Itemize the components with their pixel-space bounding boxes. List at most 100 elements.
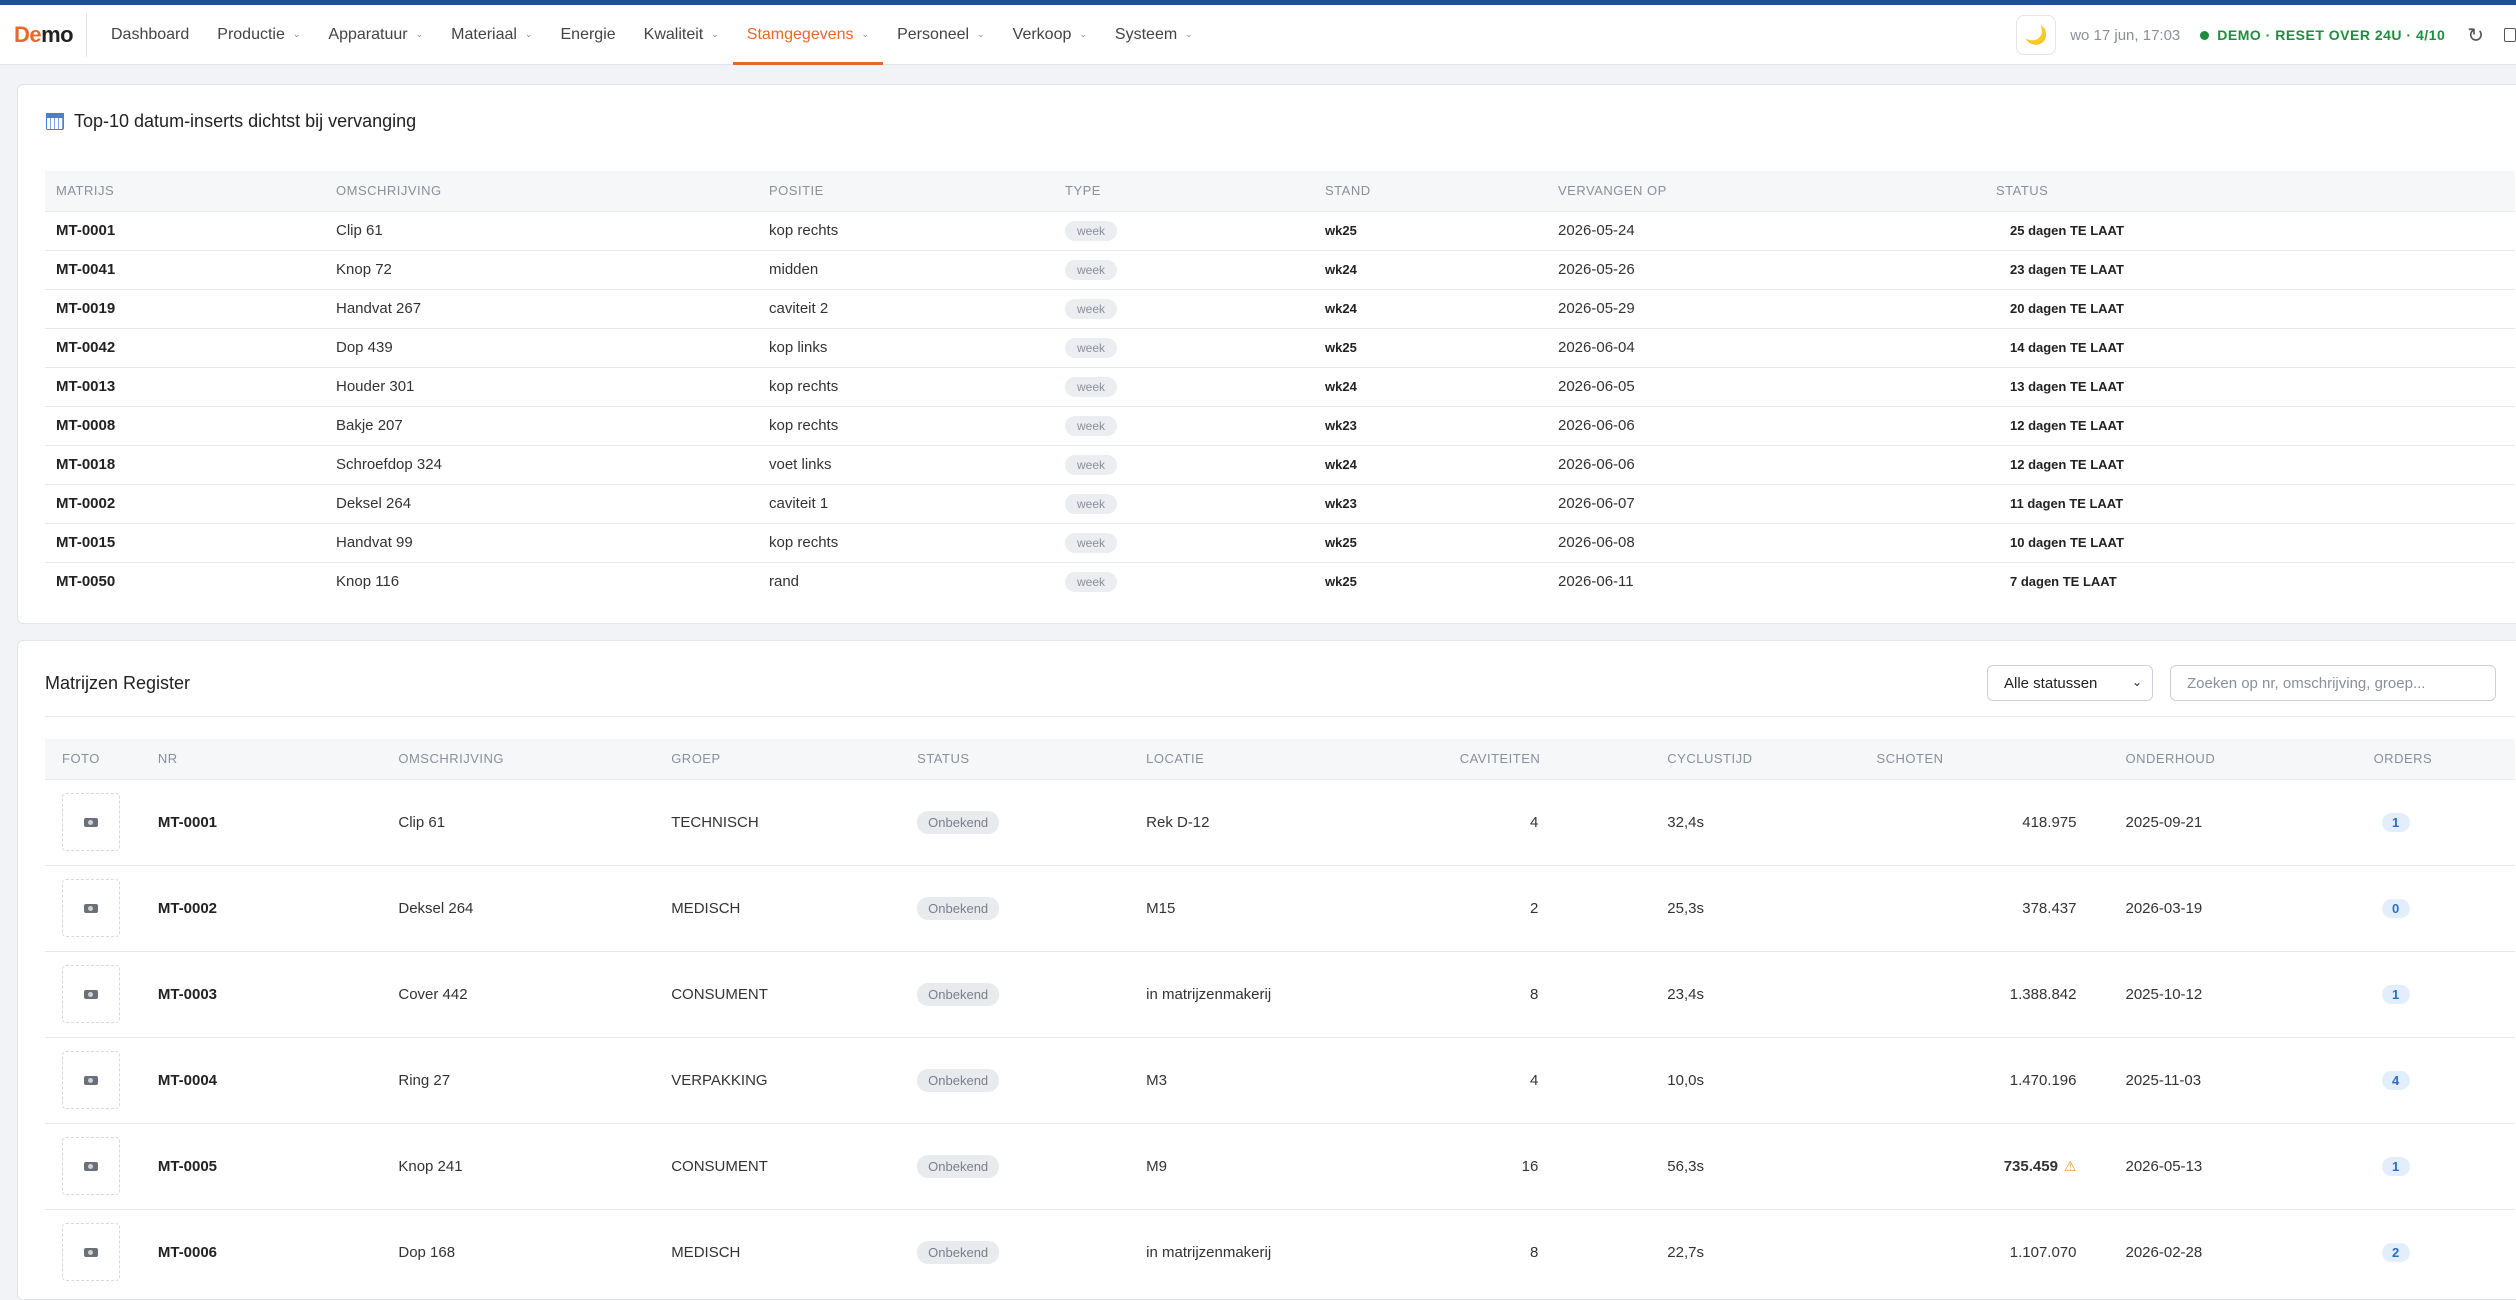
cyclustijd-cell: 10,0s	[1650, 1036, 1860, 1123]
logo[interactable]: Demo	[14, 22, 86, 48]
omschrijving-cell: Dop 168	[381, 1208, 655, 1295]
nr-cell[interactable]: MT-0005	[140, 1122, 382, 1209]
theme-toggle-button[interactable]: 🌙	[2016, 15, 2057, 55]
nr-cell[interactable]: MT-0006	[140, 1208, 382, 1295]
photo-thumbnail[interactable]	[62, 1051, 120, 1109]
table-row[interactable]: MT-0042 Dop 439 kop links week wk25 2026-06-0…	[45, 327, 2515, 367]
table-row[interactable]: MT-0001 Clip 61 kop rechts week wk25 2026-05-…	[45, 210, 2515, 250]
table-row[interactable]: MT-0019 Handvat 267 caviteit 2 week wk24 2026…	[45, 288, 2515, 328]
status-badge: Onbekend	[917, 1068, 1000, 1092]
photo-thumbnail[interactable]	[62, 1223, 120, 1282]
table-row[interactable]: MT-0018 Schroefdop 324 voet links week wk24 2…	[45, 444, 2515, 484]
locatie-cell: in matrijzenmakerij	[1129, 1208, 1443, 1295]
nav-item-materiaal[interactable]: Materiaal ⌄	[437, 5, 546, 65]
orders-badge[interactable]: 0	[2381, 898, 2410, 918]
table-row[interactable]: MT-0008 Bakje 207 kop rechts week wk23 2026-0…	[45, 405, 2515, 445]
nav-item-dashboard[interactable]: Dashboard	[97, 5, 203, 65]
late-status: 7 dagen TE LAAT	[2010, 574, 2117, 590]
panel-toggle-icon[interactable]	[2504, 28, 2516, 42]
status-cell: 25 dagen TE LAAT	[1985, 210, 2515, 250]
stand-cell: wk24	[1314, 249, 1547, 289]
type-cell: week	[1054, 444, 1314, 484]
table-row[interactable]: MT-0002 Deksel 264 caviteit 1 week wk23 2026-…	[45, 483, 2515, 523]
foto-cell	[45, 950, 141, 1037]
nav-item-stamgegevens[interactable]: Stamgegevens ⌄	[732, 5, 884, 65]
nr-cell[interactable]: MT-0001	[140, 778, 382, 865]
status-cell: Onbekend	[900, 864, 1130, 951]
table-row[interactable]: MT-0015 Handvat 99 kop rechts week wk25 2026-…	[45, 522, 2515, 562]
foto-cell	[45, 1208, 141, 1295]
register-card: Matrijzen Register Alle statussen ⌄ FOTO…	[17, 640, 2516, 1300]
nav-item-kwaliteit[interactable]: Kwaliteit ⌄	[630, 5, 733, 65]
top10-body: MT-0001 Clip 61 kop rechts week wk25 2026-05-…	[45, 210, 2515, 601]
table-row[interactable]: MT-0003 Cover 442 CONSUMENT Onbekend in matr…	[45, 950, 2515, 1037]
nav-item-productie[interactable]: Productie ⌄	[203, 5, 314, 65]
vervangen-cell: 2026-06-06	[1547, 405, 1985, 445]
caret-down-icon: ⌄	[1185, 29, 1193, 39]
photo-thumbnail[interactable]	[62, 1137, 120, 1195]
nr-cell[interactable]: MT-0003	[140, 950, 382, 1037]
datetime: wo 17 jun, 17:03	[2070, 26, 2181, 44]
nav-item-label: Verkoop	[1012, 25, 1072, 43]
type-badge: week	[1065, 337, 1118, 358]
search-input[interactable]	[2170, 665, 2496, 701]
omschrijving-cell: Schroefdop 324	[325, 444, 758, 484]
image-placeholder-icon	[84, 1247, 98, 1257]
column-header: GROEP	[654, 739, 901, 779]
type-cell: week	[1054, 327, 1314, 367]
nav-item-label: Apparatuur	[328, 25, 408, 43]
matrijs-cell: MT-0050	[45, 561, 325, 601]
nav-item-systeem[interactable]: Systeem ⌄	[1101, 5, 1207, 65]
table-row[interactable]: MT-0041 Knop 72 midden week wk24 2026-05-26 23…	[45, 249, 2515, 289]
nr-cell[interactable]: MT-0002	[140, 864, 382, 951]
vervangen-cell: 2026-06-04	[1547, 327, 1985, 367]
nav-item-verkoop[interactable]: Verkoop ⌄	[999, 5, 1101, 65]
nav-item-personeel[interactable]: Personeel ⌄	[883, 5, 999, 65]
foto-cell	[45, 864, 141, 951]
positie-cell: caviteit 1	[758, 483, 1054, 523]
orders-badge[interactable]: 1	[2381, 984, 2410, 1004]
table-row[interactable]: MT-0005 Knop 241 CONSUMENT Onbekend M9 16 56,3…	[45, 1122, 2515, 1209]
stand-cell: wk25	[1314, 561, 1547, 601]
type-badge: week	[1065, 571, 1118, 592]
schoten-cell: 1.107.070	[1859, 1208, 2109, 1295]
caviteiten-cell: 16	[1442, 1122, 1651, 1209]
orders-badge[interactable]: 1	[2381, 812, 2410, 832]
photo-thumbnail[interactable]	[62, 879, 120, 937]
status-cell: 7 dagen TE LAAT	[1985, 561, 2515, 601]
chevron-down-icon: ⌄	[2131, 675, 2142, 689]
type-cell: week	[1054, 405, 1314, 445]
nr-cell[interactable]: MT-0004	[140, 1036, 382, 1123]
register-divider	[45, 716, 2515, 717]
status-badge: Onbekend	[917, 896, 1000, 920]
top10-header-row: MATRIJS OMSCHRIJVING POSITIE TYPE STAND VERVA…	[45, 171, 2515, 211]
matrijs-cell: MT-0001	[45, 210, 325, 250]
column-header: CAVITEITEN	[1442, 739, 1651, 779]
table-row[interactable]: MT-0002 Deksel 264 MEDISCH Onbekend M15 2 25,3…	[45, 864, 2515, 951]
top10-card: Top-10 datum-inserts dichtst bij vervang…	[17, 84, 2516, 624]
photo-thumbnail[interactable]	[62, 793, 120, 851]
table-row[interactable]: MT-0004 Ring 27 VERPAKKING Onbekend M3 4 10,0s…	[45, 1036, 2515, 1123]
table-row[interactable]: MT-0013 Houder 301 kop rechts week wk24 2026-…	[45, 366, 2515, 406]
orders-badge[interactable]: 1	[2381, 1156, 2410, 1176]
stand-value: wk23	[1325, 418, 1357, 433]
matrijs-cell: MT-0042	[45, 327, 325, 367]
orders-badge[interactable]: 4	[2381, 1070, 2410, 1090]
orders-badge[interactable]: 2	[2381, 1242, 2410, 1262]
status-cell: 23 dagen TE LAAT	[1985, 249, 2515, 289]
nav-item-energie[interactable]: Energie	[547, 5, 630, 65]
table-row[interactable]: MT-0001 Clip 61 TECHNISCH Onbekend Rek D-12 4…	[45, 778, 2515, 865]
table-row[interactable]: MT-0050 Knop 116 rand week wk25 2026-06-11 7 d…	[45, 561, 2515, 601]
table-row[interactable]: MT-0006 Dop 168 MEDISCH Onbekend in matrijze…	[45, 1208, 2515, 1295]
refresh-icon[interactable]: ↻	[2467, 23, 2484, 48]
cyclustijd-cell: 56,3s	[1650, 1122, 1860, 1209]
image-placeholder-icon	[84, 817, 98, 827]
vervangen-cell: 2026-05-26	[1547, 249, 1985, 289]
photo-thumbnail[interactable]	[62, 965, 120, 1023]
cyclustijd-cell: 23,4s	[1650, 950, 1860, 1037]
status-filter-select[interactable]: Alle statussen ⌄	[1987, 665, 2153, 701]
vervangen-cell: 2026-05-24	[1547, 210, 1985, 250]
caviteiten-cell: 2	[1442, 864, 1651, 951]
column-header: SCHOTEN	[1859, 739, 2109, 779]
nav-item-apparatuur[interactable]: Apparatuur ⌄	[314, 5, 437, 65]
